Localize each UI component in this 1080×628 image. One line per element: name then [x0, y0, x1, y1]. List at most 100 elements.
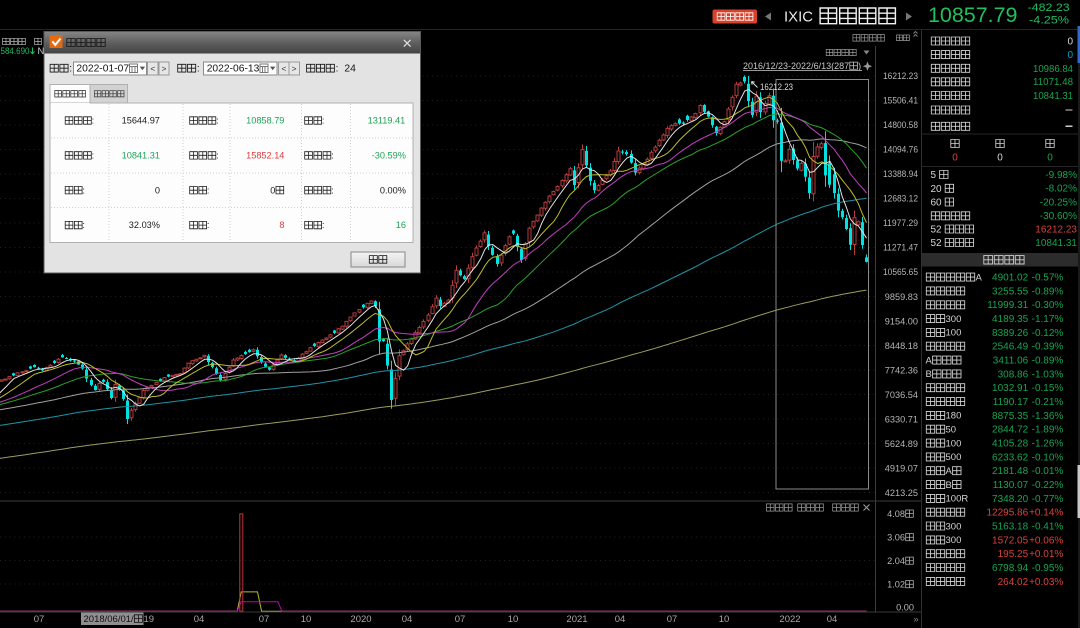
svg-text:10857.79: 10857.79	[928, 4, 1018, 27]
svg-text:300: 300	[946, 521, 962, 532]
svg-text:3411.06: 3411.06	[993, 356, 1029, 367]
svg-text:2022-01-07: 2022-01-07	[76, 64, 129, 75]
svg-text:-8.02%: -8.02%	[1045, 184, 1077, 195]
svg-text:N: N	[38, 46, 45, 57]
svg-text:-4.25%: -4.25%	[1029, 15, 1069, 27]
svg-text:16212.23: 16212.23	[760, 82, 793, 92]
svg-text:11271.47: 11271.47	[883, 243, 918, 253]
svg-text:-1.17%: -1.17%	[1032, 314, 1064, 325]
svg-text:7742.36: 7742.36	[885, 365, 918, 375]
svg-text:2016/12/23-2022/6/13(287: 2016/12/23-2022/6/13(287	[743, 61, 849, 71]
svg-text:300: 300	[946, 314, 962, 325]
svg-text:50: 50	[946, 425, 957, 436]
svg-text:10: 10	[301, 614, 312, 625]
svg-text:584.690: 584.690	[1, 46, 30, 57]
svg-text:+0.06%: +0.06%	[1029, 535, 1063, 546]
svg-text:2.04: 2.04	[887, 556, 905, 566]
svg-text:0: 0	[155, 185, 160, 195]
svg-text:32.03%: 32.03%	[129, 220, 160, 230]
svg-text:-0.12%: -0.12%	[1032, 328, 1064, 339]
svg-text::: :	[216, 150, 219, 160]
svg-text:2022-06-13: 2022-06-13	[207, 64, 260, 75]
svg-text:12683.12: 12683.12	[883, 194, 918, 204]
svg-text:>: >	[292, 63, 297, 73]
svg-text:4105.28: 4105.28	[992, 439, 1029, 450]
svg-text:15852.14: 15852.14	[246, 151, 284, 161]
svg-text:0: 0	[270, 185, 275, 195]
svg-text::: :	[207, 220, 210, 230]
svg-text:100R: 100R	[946, 494, 969, 505]
svg-text:07: 07	[667, 614, 678, 625]
svg-text:180: 180	[946, 411, 962, 422]
svg-text:0: 0	[1067, 50, 1073, 61]
svg-text:07: 07	[455, 614, 466, 625]
svg-text:0.00%: 0.00%	[380, 185, 406, 195]
svg-text:6330.71: 6330.71	[885, 414, 918, 424]
svg-text::: :	[322, 116, 325, 126]
svg-text:16212.23: 16212.23	[883, 71, 918, 81]
svg-text:-20.25%: -20.25%	[1040, 197, 1077, 208]
svg-text:-30.59%: -30.59%	[372, 151, 406, 161]
svg-text::: :	[331, 185, 334, 195]
svg-text:A: A	[926, 355, 933, 366]
svg-text:10841.31: 10841.31	[1035, 238, 1077, 249]
svg-text:300: 300	[946, 535, 962, 546]
svg-text:-482.23: -482.23	[1028, 2, 1070, 14]
svg-text:+0.01%: +0.01%	[1029, 549, 1063, 560]
svg-text:500: 500	[946, 452, 962, 463]
svg-text:-30.60%: -30.60%	[1040, 211, 1077, 222]
svg-text:10858.79: 10858.79	[246, 116, 284, 126]
svg-text:-0.30%: -0.30%	[1032, 300, 1064, 311]
svg-text:308.86: 308.86	[998, 369, 1029, 380]
svg-text:10: 10	[508, 614, 519, 625]
svg-text:11977.29: 11977.29	[883, 218, 918, 228]
svg-text:-0.01%: -0.01%	[1032, 466, 1064, 477]
svg-text:1572.05: 1572.05	[992, 535, 1029, 546]
svg-text:0: 0	[997, 152, 1003, 163]
svg-text:04: 04	[615, 614, 626, 625]
svg-text:16212.23: 16212.23	[1035, 224, 1077, 235]
svg-text:16: 16	[396, 220, 406, 230]
svg-text:264.02: 264.02	[998, 577, 1029, 588]
svg-text:07: 07	[34, 614, 45, 625]
svg-text:-0.41%: -0.41%	[1032, 521, 1064, 532]
svg-text:60: 60	[931, 197, 943, 208]
svg-text:2020: 2020	[350, 614, 371, 625]
svg-text:A: A	[976, 272, 983, 283]
svg-text:100: 100	[946, 438, 962, 449]
svg-text::: :	[69, 64, 72, 75]
svg-text:15506.41: 15506.41	[883, 96, 918, 106]
svg-text:11071.48: 11071.48	[1033, 77, 1073, 88]
svg-text:3.06: 3.06	[887, 532, 905, 542]
svg-text:-0.77%: -0.77%	[1032, 494, 1064, 505]
svg-text:8: 8	[279, 220, 284, 230]
svg-text:-1.36%: -1.36%	[1032, 411, 1064, 422]
svg-text:-0.89%: -0.89%	[1032, 356, 1064, 367]
svg-text:9859.83: 9859.83	[885, 292, 918, 302]
svg-text:-1.03%: -1.03%	[1032, 369, 1064, 380]
svg-text:11999.31: 11999.31	[987, 300, 1028, 311]
svg-text:-0.10%: -0.10%	[1032, 452, 1064, 463]
svg-text:-1.89%: -1.89%	[1032, 425, 1064, 436]
svg-text:4919.07: 4919.07	[885, 463, 918, 473]
svg-text:9154.00: 9154.00	[885, 316, 918, 326]
svg-text:52: 52	[931, 224, 943, 235]
svg-text::: :	[197, 64, 200, 75]
svg-text:-9.98%: -9.98%	[1045, 170, 1077, 181]
svg-text:<: <	[150, 63, 155, 73]
svg-text:B: B	[946, 480, 952, 491]
svg-text:5624.89: 5624.89	[885, 439, 918, 449]
svg-text::: :	[331, 150, 334, 160]
svg-text:5163.18: 5163.18	[992, 521, 1029, 532]
svg-text::: :	[322, 220, 325, 230]
svg-text:-0.95%: -0.95%	[1032, 563, 1064, 574]
svg-text:-0.39%: -0.39%	[1032, 342, 1064, 353]
svg-text:07: 07	[259, 614, 270, 625]
svg-text:0: 0	[1067, 37, 1073, 48]
svg-text:04: 04	[402, 614, 413, 625]
svg-text:04: 04	[827, 614, 838, 625]
svg-text:+0.03%: +0.03%	[1029, 577, 1063, 588]
svg-text:2844.72: 2844.72	[992, 425, 1029, 436]
svg-text:2181.48: 2181.48	[992, 466, 1029, 477]
svg-text:13388.94: 13388.94	[883, 169, 918, 179]
